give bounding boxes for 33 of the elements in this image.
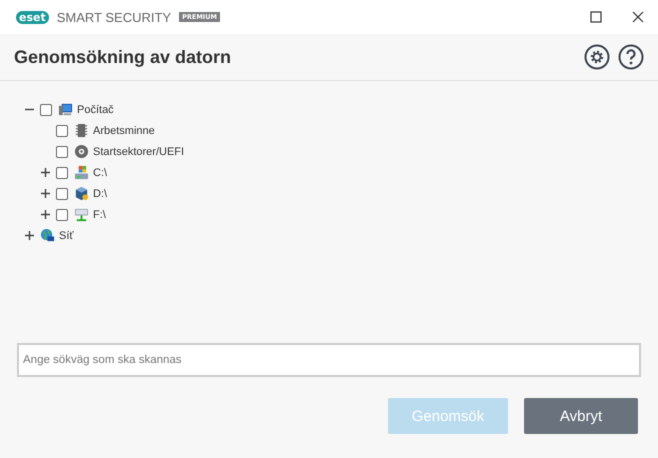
memory-chip-icon	[74, 123, 89, 138]
checkbox[interactable]	[40, 104, 52, 116]
checkbox[interactable]	[56, 124, 68, 136]
box-icon	[74, 186, 89, 201]
globe-icon	[40, 228, 55, 243]
help-icon[interactable]	[618, 44, 644, 70]
expand-icon[interactable]	[40, 168, 50, 177]
expand-icon[interactable]	[24, 231, 34, 240]
tree-item-label[interactable]: F:\	[93, 208, 106, 220]
tree-item-label[interactable]: Startsektorer/UEFI	[93, 146, 184, 158]
network-drive-icon	[74, 207, 89, 222]
settings-icon[interactable]	[584, 44, 610, 70]
tree-item-label[interactable]: Počítač	[77, 104, 114, 116]
page-title: Genomsökning av datorn	[14, 46, 232, 68]
checkbox[interactable]	[56, 208, 68, 220]
checkbox[interactable]	[56, 146, 68, 158]
maximize-icon[interactable]	[590, 11, 602, 23]
tree-item-label[interactable]: D:\	[93, 188, 108, 200]
cancel-button[interactable]: Avbryt	[524, 398, 638, 434]
disc-icon	[74, 144, 89, 159]
tree-item-label[interactable]: Síť	[59, 230, 74, 242]
tree-item-label[interactable]: Arbetsminne	[93, 124, 155, 136]
checkbox[interactable]	[56, 166, 68, 178]
tree-item-label[interactable]: C:\	[93, 166, 108, 178]
drive-icon	[74, 165, 89, 180]
close-icon[interactable]	[632, 11, 644, 23]
expand-icon[interactable]	[40, 210, 50, 219]
product-name: SMART SECURITY	[56, 10, 172, 24]
path-input-field[interactable]: Ange sökväg som ska skannas	[17, 343, 641, 377]
expand-icon[interactable]	[40, 189, 50, 198]
checkbox[interactable]	[56, 188, 68, 200]
computer-icon	[58, 102, 73, 117]
logo: eset	[16, 10, 49, 24]
